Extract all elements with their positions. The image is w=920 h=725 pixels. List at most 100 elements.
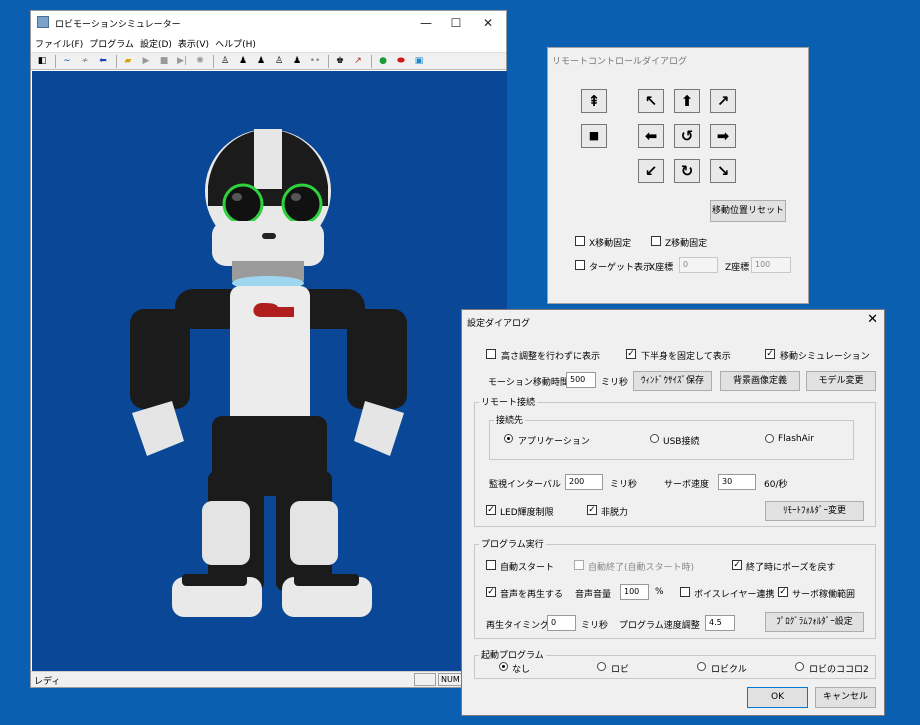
startup-robikokoro-radio[interactable] (795, 662, 804, 671)
x-fixed-checkbox[interactable] (575, 236, 585, 246)
menu-program[interactable]: プログラム (89, 35, 140, 52)
no-height-adjust-checkbox[interactable] (486, 349, 496, 359)
move-down-left-button[interactable]: ↙ (638, 159, 664, 183)
close-button[interactable]: ✕ (473, 13, 503, 33)
pose-return-label: 終了時にポーズを戻す (746, 563, 836, 573)
robot-pose-2-icon[interactable]: ♟ (235, 54, 251, 68)
lower-body-fixed-checkbox[interactable]: ✓ (626, 349, 636, 359)
raise-button[interactable]: ⇞ (581, 89, 607, 113)
move-right-button[interactable]: ➡ (710, 124, 736, 148)
cancel-button[interactable]: キャンセル (815, 687, 876, 708)
move-left-button[interactable]: ⬅ (638, 124, 664, 148)
green-circle-icon[interactable]: ● (375, 54, 391, 68)
wave-off-icon[interactable]: ≁ (77, 54, 93, 68)
motion-time-label: モーション移動時間 (488, 378, 569, 388)
move-simulation-checkbox[interactable]: ✓ (765, 349, 775, 359)
z-fixed-checkbox[interactable] (651, 236, 661, 246)
program-folder-button[interactable]: ﾌﾟﾛｸﾞﾗﾑﾌｫﾙﾀﾞｰ設定 (765, 612, 864, 632)
title-bar: ロビモーションシミュレーター — ☐ ✕ (31, 11, 506, 35)
app-icon (37, 16, 49, 28)
z-fixed-label: Z移動固定 (665, 239, 708, 249)
settings-dialog: 設定ダイアログ ✕ 高さ調整を行わずに表示 ✓ 下半身を固定して表示 ✓ 移動シ… (461, 309, 885, 716)
robot-group-icon[interactable]: ♚ (332, 54, 348, 68)
servo-range-checkbox[interactable]: ✓ (778, 587, 788, 597)
play-sound-checkbox[interactable]: ✓ (486, 587, 496, 597)
monitor-interval-unit: ミリ秒 (610, 480, 638, 490)
program-speed-input[interactable]: 4.5 (705, 615, 735, 631)
robot-model-image (130, 129, 407, 617)
z-coord-input[interactable]: 100 (751, 257, 791, 273)
burst-icon[interactable]: ✺ (192, 54, 208, 68)
menu-settings[interactable]: 設定(D) (140, 35, 178, 52)
pen-icon[interactable]: ↗ (350, 54, 366, 68)
red-mouth-icon[interactable]: ⬬ (393, 54, 409, 68)
volume-label: 音声音量 (575, 590, 612, 600)
auto-end-checkbox[interactable] (574, 560, 584, 570)
reset-position-button[interactable]: 移動位置リセット (710, 200, 786, 222)
motion-time-input[interactable]: 500 (566, 372, 596, 388)
auto-start-checkbox[interactable] (486, 560, 496, 570)
back-arrow-icon[interactable]: ⬅ (95, 54, 111, 68)
led-limit-checkbox[interactable]: ✓ (486, 505, 496, 515)
flashair-radio[interactable] (765, 434, 774, 443)
toolbar-separator (55, 54, 56, 68)
play-timing-input[interactable]: 0 (547, 615, 576, 631)
open-folder-icon[interactable]: ▰ (120, 54, 136, 68)
maximize-button[interactable]: ☐ (441, 13, 471, 33)
servo-speed-unit: 60/秒 (764, 480, 788, 490)
robot-3d-viewport[interactable] (32, 71, 507, 681)
flashair-radio-label: FlashAir (778, 434, 814, 444)
pose-return-checkbox[interactable]: ✓ (732, 560, 742, 570)
stop-button[interactable]: ■ (581, 124, 607, 148)
x-coord-label: X座標 (649, 263, 674, 273)
x-coord-input[interactable]: 0 (679, 257, 718, 273)
robot-pose-4-icon[interactable]: ♙ (271, 54, 287, 68)
menu-bar: ファイル(F) プログラム 設定(D) 表示(V) ヘルプ(H) (31, 35, 506, 52)
robot-face-icon[interactable]: ▣ (411, 54, 427, 68)
connection-target-title: 接続先 (494, 413, 526, 426)
robot-pose-3-icon[interactable]: ♟ (253, 54, 269, 68)
volume-input[interactable]: 100 (620, 584, 649, 600)
wave-icon[interactable]: ∼ (59, 54, 75, 68)
target-display-checkbox[interactable] (575, 260, 585, 270)
main-window: ロビモーションシミュレーター — ☐ ✕ ファイル(F) プログラム 設定(D)… (30, 10, 507, 688)
servo-range-label: サーボ稼働範囲 (792, 590, 856, 600)
remote-folder-button[interactable]: ﾘﾓｰﾄﾌｫﾙﾀﾞｰ変更 (765, 501, 864, 521)
minimize-button[interactable]: — (411, 13, 441, 33)
robot-pose-5-icon[interactable]: ♟ (289, 54, 305, 68)
rotate-left-button[interactable]: ↺ (674, 124, 700, 148)
status-indicator-empty (414, 673, 436, 686)
target-display-label: ターゲット表示 (589, 263, 653, 273)
monitor-interval-label: 監視インターバル (489, 480, 561, 490)
play-icon[interactable]: ▶ (138, 54, 154, 68)
move-down-right-button[interactable]: ↘ (710, 159, 736, 183)
menu-help[interactable]: ヘルプ(H) (215, 35, 262, 52)
app-radio[interactable] (504, 434, 513, 443)
move-up-left-button[interactable]: ↖ (638, 89, 664, 113)
voice-layer-checkbox[interactable] (680, 587, 690, 597)
status-bar: レディ NUM (31, 671, 506, 687)
stop-icon[interactable]: ■ (156, 54, 172, 68)
menu-file[interactable]: ファイル(F) (35, 35, 89, 52)
no-detach-checkbox[interactable]: ✓ (587, 505, 597, 515)
rotate-right-button[interactable]: ↻ (674, 159, 700, 183)
close-icon[interactable]: ✕ (867, 312, 878, 327)
startup-none-label: なし (512, 665, 531, 675)
dots-icon[interactable]: •• (307, 54, 323, 68)
menu-view[interactable]: 表示(V) (178, 35, 215, 52)
model-change-button[interactable]: モデル変更 (806, 371, 876, 391)
step-icon[interactable]: ▶| (174, 54, 190, 68)
robot-pose-1-icon[interactable]: ♙ (217, 54, 233, 68)
usb-radio[interactable] (650, 434, 659, 443)
move-up-right-button[interactable]: ↗ (710, 89, 736, 113)
startup-robikuru-radio[interactable] (697, 662, 706, 671)
ok-button[interactable]: OK (747, 687, 808, 708)
startup-robi-radio[interactable] (597, 662, 606, 671)
monitor-interval-input[interactable]: 200 (565, 474, 603, 490)
panel-toggle-icon[interactable]: ◧ (34, 54, 50, 68)
startup-none-radio[interactable] (499, 662, 508, 671)
background-image-button[interactable]: 背景画像定義 (720, 371, 800, 391)
servo-speed-input[interactable]: 30 (718, 474, 756, 490)
move-forward-button[interactable]: ⬆ (674, 89, 700, 113)
window-size-save-button[interactable]: ｳｨﾝﾄﾞｳｻｲｽﾞ保存 (633, 371, 712, 391)
